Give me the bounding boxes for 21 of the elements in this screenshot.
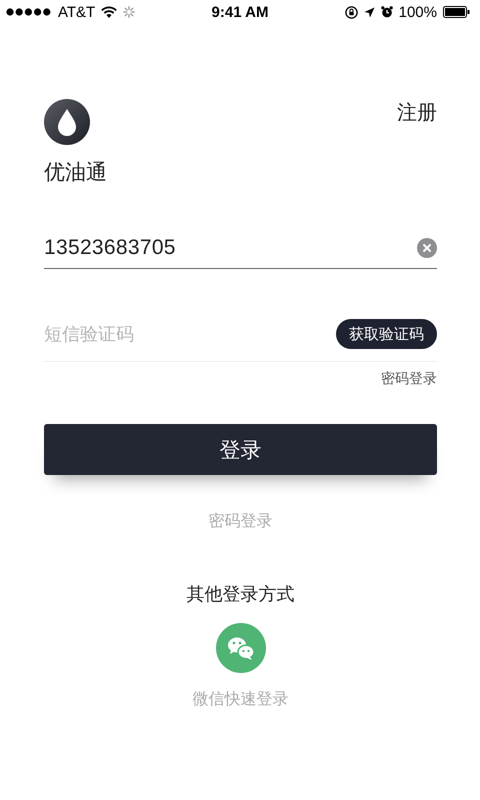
oil-drop-logo-icon [44, 99, 90, 145]
app-name: 优油通 [44, 160, 107, 186]
login-button[interactable]: 登录 [44, 424, 437, 475]
battery-icon [443, 6, 470, 18]
location-arrow-icon [364, 6, 375, 18]
carrier-name: AT&T [58, 4, 96, 20]
password-login-link[interactable]: 密码登录 [381, 370, 437, 388]
sms-code-field[interactable]: 短信验证码 [44, 324, 244, 344]
alarm-clock-icon [380, 6, 393, 18]
wechat-icon[interactable] [216, 623, 266, 673]
clear-icon[interactable] [417, 238, 437, 258]
signal-icon [6, 8, 52, 16]
wifi-icon [101, 6, 118, 18]
status-time: 9:41 AM [212, 4, 268, 20]
activity-spinner-icon [123, 6, 136, 18]
battery-percentage: 100% [398, 4, 437, 20]
other-login-title: 其他登录方式 [186, 583, 294, 606]
rotation-lock-icon [344, 6, 358, 18]
phone-field[interactable]: 13523683705 [44, 236, 437, 269]
get-code-button[interactable]: 获取验证码 [336, 319, 437, 349]
register-link[interactable]: 注册 [397, 99, 437, 126]
